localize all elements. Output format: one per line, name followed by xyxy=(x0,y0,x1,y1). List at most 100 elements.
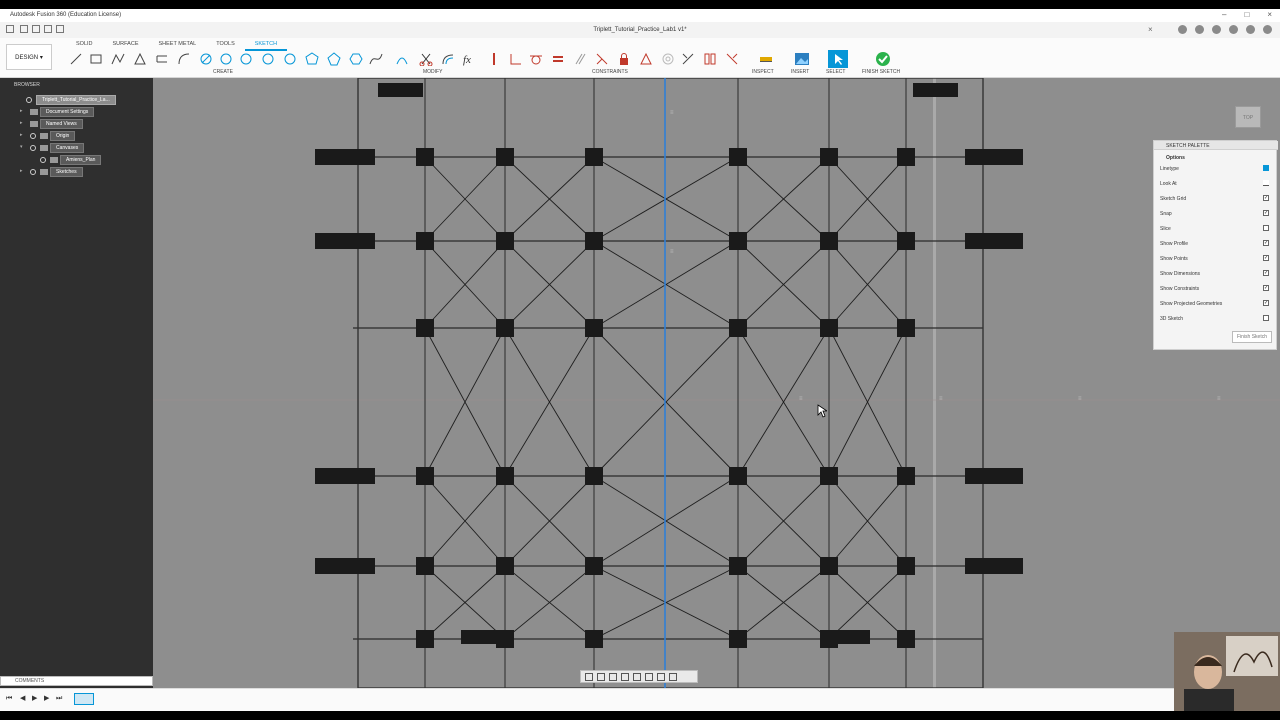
zoom-window-icon[interactable] xyxy=(633,672,641,681)
horizontal-vertical-constraint-icon[interactable] xyxy=(508,51,524,67)
modify-menu-label[interactable]: MODIFY xyxy=(423,69,442,75)
visibility-eye-icon[interactable] xyxy=(30,133,36,139)
extensions-icon[interactable] xyxy=(1195,25,1204,34)
palette-row-show-constraints[interactable]: Show Constraints ✓ xyxy=(1160,283,1272,295)
palette-row-show-projected-geometries[interactable]: Show Projected Geometries ✓ xyxy=(1160,298,1272,310)
slot-tool-icon[interactable] xyxy=(154,51,170,67)
viewcube[interactable]: TOP xyxy=(1235,106,1261,128)
fix-constraint-icon[interactable] xyxy=(486,51,502,67)
parallel-constraint-icon[interactable] xyxy=(572,51,588,67)
collapse-arrow-icon[interactable]: ▾ xyxy=(20,144,23,150)
tree-root[interactable]: Triplett_Tutorial_Practice_La... xyxy=(26,95,116,105)
go-to-start-icon[interactable]: ⏮ xyxy=(6,695,14,703)
visibility-eye-icon[interactable] xyxy=(40,157,46,163)
undo-icon[interactable] xyxy=(44,25,52,33)
select-menu-label[interactable]: SELECT xyxy=(826,69,845,75)
tree-item-origin[interactable]: Origin xyxy=(30,131,76,141)
triangle-tool-icon[interactable] xyxy=(132,51,148,67)
tab-sheet-metal[interactable]: SHEET METAL xyxy=(149,39,207,51)
display-settings-icon[interactable] xyxy=(645,672,653,681)
linetype-construction-icon[interactable] xyxy=(1263,165,1269,171)
step-forward-icon[interactable]: ▶ xyxy=(44,695,52,703)
workspace-switcher-button[interactable]: DESIGN ▾ xyxy=(6,44,52,70)
palette-checkbox[interactable]: ✓ xyxy=(1263,300,1269,306)
tree-item-document-settings[interactable]: Document Settings xyxy=(30,107,95,117)
notifications-icon[interactable] xyxy=(1229,25,1238,34)
tangent-constraint-icon[interactable] xyxy=(528,51,544,67)
palette-checkbox[interactable]: ✓ xyxy=(1263,285,1269,291)
redo-icon[interactable] xyxy=(56,25,64,33)
palette-checkbox[interactable] xyxy=(1263,225,1269,231)
look-at-icon[interactable] xyxy=(1263,180,1269,186)
concentric-constraint-icon[interactable] xyxy=(660,51,676,67)
palette-row-show-dimensions[interactable]: Show Dimensions ✓ xyxy=(1160,268,1272,280)
equal-constraint-icon[interactable] xyxy=(550,51,566,67)
finish-sketch-button[interactable]: Finish Sketch xyxy=(1231,331,1272,343)
pentagon-tool-icon[interactable] xyxy=(326,51,342,67)
trim-scissors-icon[interactable] xyxy=(418,51,434,67)
tab-sketch[interactable]: SKETCH xyxy=(244,39,288,51)
play-icon[interactable]: ▶ xyxy=(32,695,40,703)
palette-row-3d-sketch[interactable]: 3D Sketch xyxy=(1160,313,1272,325)
palette-checkbox[interactable]: ✓ xyxy=(1263,240,1269,246)
options-section-label[interactable]: Options xyxy=(1166,155,1185,161)
look-at-icon[interactable] xyxy=(597,672,605,681)
account-avatar[interactable] xyxy=(1263,25,1272,34)
expand-arrow-icon[interactable]: ▸ xyxy=(20,120,23,126)
timeline-sketch-feature[interactable] xyxy=(74,693,94,705)
palette-row-sketch-grid[interactable]: Sketch Grid ✓ xyxy=(1160,193,1272,205)
constraints-menu-label[interactable]: CONSTRAINTS xyxy=(592,69,628,75)
palette-row-slice[interactable]: Slice xyxy=(1160,223,1272,235)
hexagon-tool-icon[interactable] xyxy=(348,51,364,67)
finish-sketch-menu-label[interactable]: FINISH SKETCH xyxy=(862,69,900,75)
tab-surface[interactable]: SURFACE xyxy=(103,39,149,51)
tree-item-sketches[interactable]: Sketches xyxy=(30,167,83,177)
minimize-icon[interactable]: – xyxy=(1222,10,1226,19)
maximize-icon[interactable]: □ xyxy=(1244,10,1249,19)
palette-checkbox[interactable]: ✓ xyxy=(1263,270,1269,276)
palette-checkbox[interactable]: ✓ xyxy=(1263,210,1269,216)
circle-4-tool-icon[interactable] xyxy=(282,51,298,67)
expand-arrow-icon[interactable]: ▸ xyxy=(20,108,23,114)
offset-tool-icon[interactable] xyxy=(440,51,456,67)
visibility-eye-icon[interactable] xyxy=(30,169,36,175)
insert-image-icon[interactable] xyxy=(794,51,810,67)
palette-checkbox[interactable]: ✓ xyxy=(1263,195,1269,201)
select-tool-icon[interactable] xyxy=(828,50,848,68)
palette-checkbox[interactable] xyxy=(1263,315,1269,321)
spline-tool-icon[interactable] xyxy=(368,51,384,67)
measure-tool-icon[interactable] xyxy=(758,51,774,67)
visibility-eye-icon[interactable] xyxy=(30,145,36,151)
pan-icon[interactable] xyxy=(609,672,617,681)
close-tab-icon[interactable]: × xyxy=(1148,25,1153,34)
tree-item-named-views[interactable]: Named Views xyxy=(30,119,83,129)
midpoint-constraint-icon[interactable] xyxy=(638,51,654,67)
perpendicular-constraint-icon[interactable] xyxy=(594,51,610,67)
circle-slash-tool-icon[interactable] xyxy=(198,51,214,67)
new-tab-icon[interactable] xyxy=(1178,25,1187,34)
orbit-icon[interactable] xyxy=(585,672,593,681)
inspect-menu-label[interactable]: INSPECT xyxy=(752,69,774,75)
tab-tools[interactable]: TOOLS xyxy=(206,39,245,51)
document-tab[interactable]: Triplett_Tutorial_Practice_Lab1 v1* xyxy=(560,22,720,38)
sketch-palette-header[interactable]: SKETCH PALETTE xyxy=(1154,141,1278,150)
curvature-constraint-icon[interactable] xyxy=(724,51,740,67)
insert-menu-label[interactable]: INSERT xyxy=(791,69,809,75)
design-canvas[interactable]: ≡ ≡ ≡ ≡ ≡ ≡ TOP xyxy=(153,78,1280,688)
comments-panel[interactable]: COMMENTS xyxy=(0,676,153,686)
browser-header[interactable]: BROWSER xyxy=(0,81,153,90)
conic-tool-icon[interactable] xyxy=(394,51,410,67)
viewports-icon[interactable] xyxy=(669,672,677,681)
save-icon[interactable] xyxy=(32,25,40,33)
grid-settings-icon[interactable] xyxy=(657,672,665,681)
tree-item-canvases[interactable]: Canvases xyxy=(30,143,85,153)
close-icon[interactable]: × xyxy=(1267,10,1272,19)
symmetry-constraint-icon[interactable] xyxy=(702,51,718,67)
fx-parameters-icon[interactable]: fx xyxy=(462,51,478,67)
file-icon[interactable] xyxy=(20,25,28,33)
palette-checkbox[interactable]: ✓ xyxy=(1263,255,1269,261)
expand-arrow-icon[interactable]: ▸ xyxy=(20,132,23,138)
polygon-tool-icon[interactable] xyxy=(304,51,320,67)
circle-3-tool-icon[interactable] xyxy=(260,51,276,67)
palette-row-show-profile[interactable]: Show Profile ✓ xyxy=(1160,238,1272,250)
